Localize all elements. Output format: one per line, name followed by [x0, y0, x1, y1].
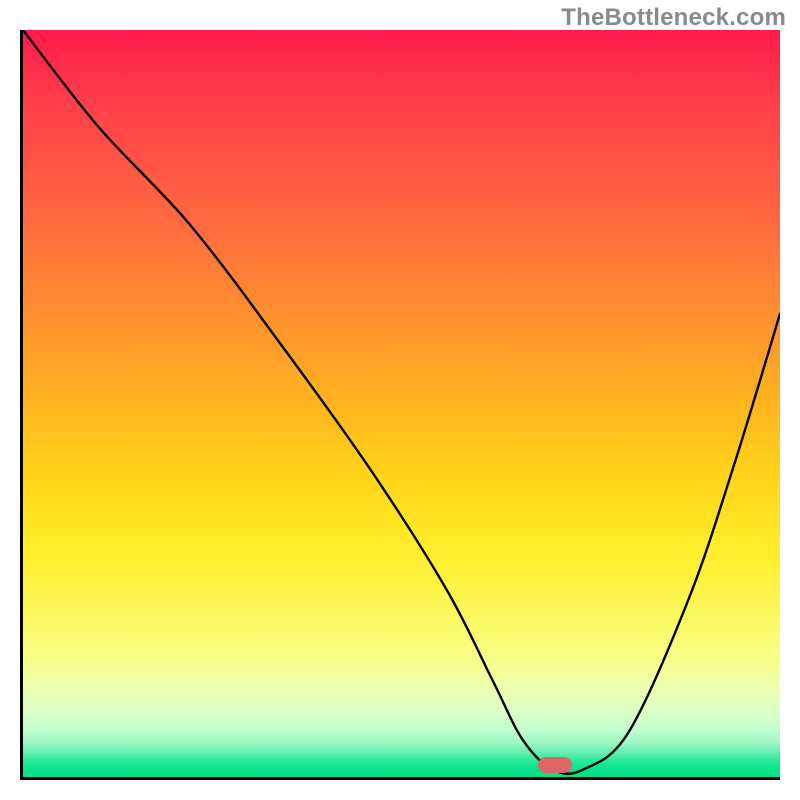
plot-area	[20, 30, 780, 780]
watermark-text: TheBottleneck.com	[561, 4, 786, 32]
optimal-marker	[538, 757, 572, 773]
chart-container: TheBottleneck.com	[0, 0, 800, 800]
bottleneck-curve	[23, 30, 780, 777]
